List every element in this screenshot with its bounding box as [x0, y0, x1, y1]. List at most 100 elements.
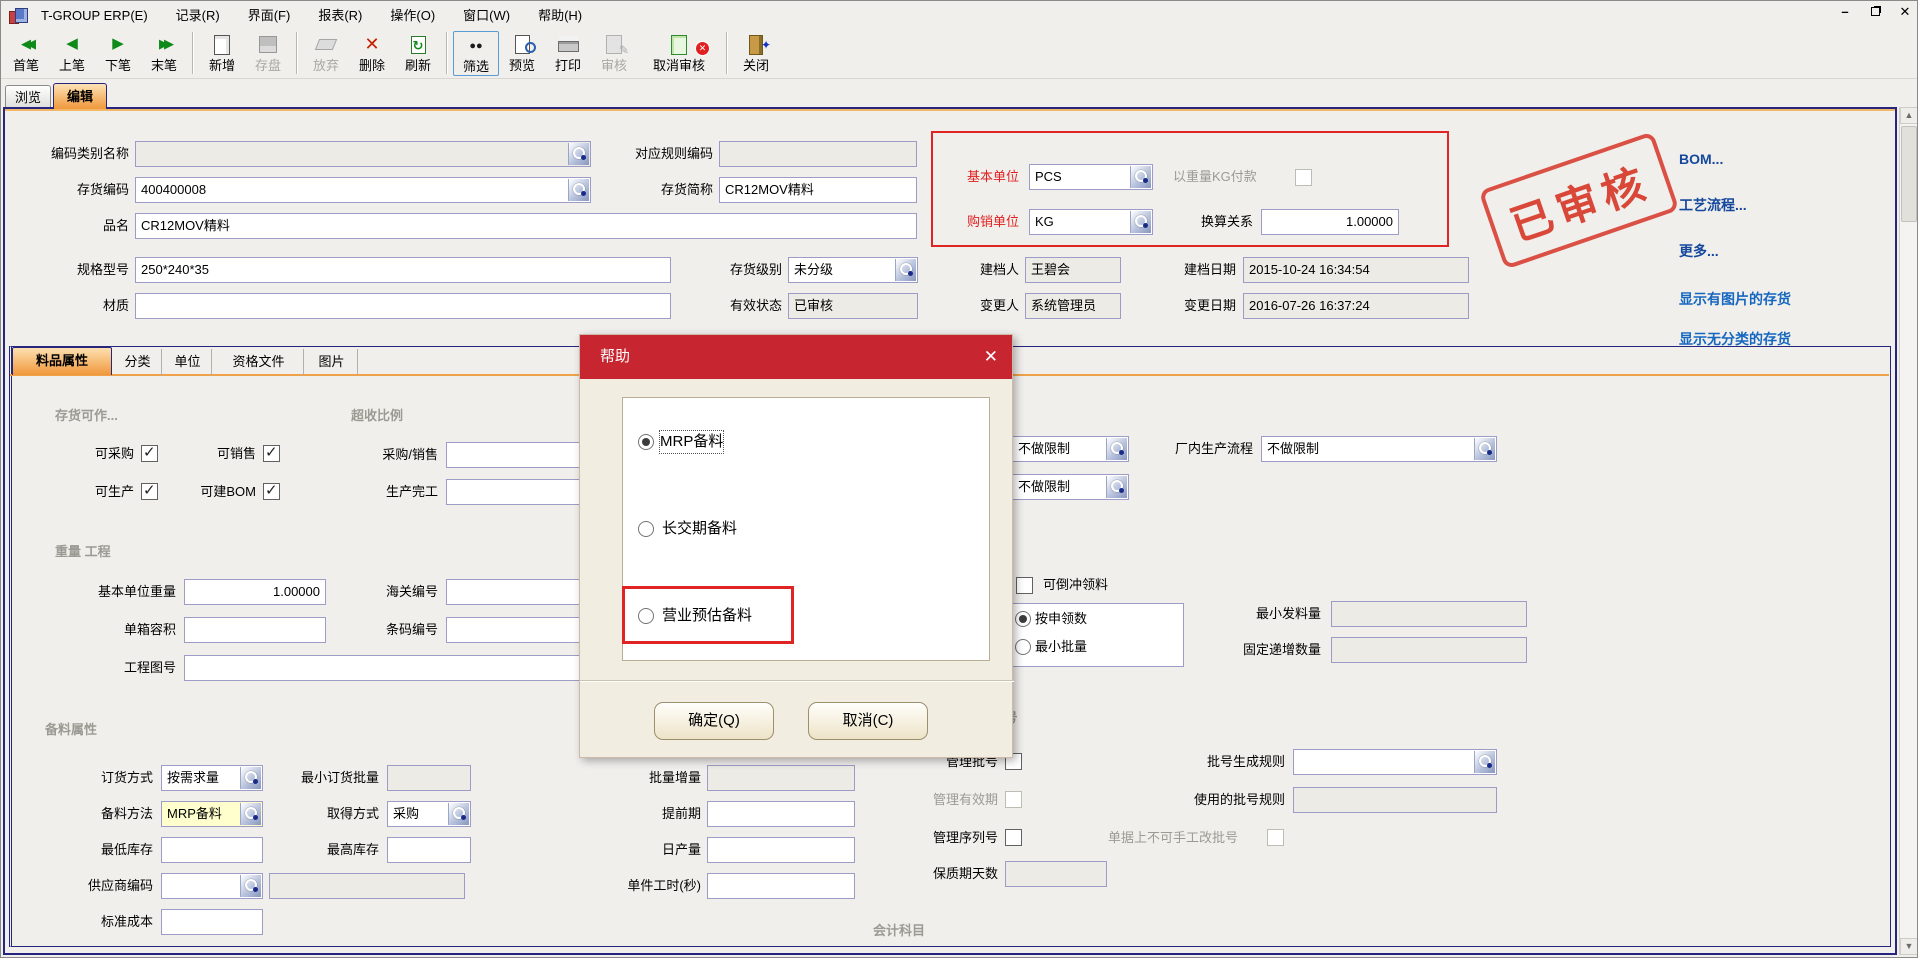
sellable-checkbox[interactable]: [263, 445, 280, 462]
preview-button[interactable]: 预览: [499, 31, 545, 74]
filter-button[interactable]: 筛选: [453, 31, 499, 76]
code-category-field[interactable]: [135, 141, 591, 167]
stock-level-field[interactable]: 未分级: [788, 257, 918, 283]
close-window-button[interactable]: ✕: [1897, 3, 1913, 21]
item-short-field[interactable]: CR12MOV精料: [719, 177, 917, 203]
item-code-field[interactable]: 400400008: [135, 177, 591, 203]
purchasable-checkbox[interactable]: [141, 445, 158, 462]
discard-button[interactable]: 放弃: [303, 31, 349, 74]
show-with-images-link[interactable]: 显示有图片的存货: [1679, 289, 1791, 309]
lookup-icon[interactable]: [1130, 211, 1151, 233]
tab-edit[interactable]: 编辑: [53, 83, 107, 109]
restrict-field-b[interactable]: 不做限制: [1001, 474, 1129, 500]
obtain-mode-field[interactable]: 采购: [387, 801, 471, 827]
last-record-button[interactable]: 末笔: [141, 31, 187, 74]
scroll-up-icon[interactable]: ▲: [1900, 107, 1918, 124]
vertical-scrollbar[interactable]: ▲ ▼: [1899, 107, 1917, 955]
prev-record-button[interactable]: 上笔: [49, 31, 95, 74]
lookup-icon[interactable]: [240, 803, 261, 825]
first-record-button[interactable]: 首笔: [3, 31, 49, 74]
option-long-lead-radio[interactable]: [638, 521, 654, 537]
lookup-icon[interactable]: [240, 767, 261, 789]
scroll-down-icon[interactable]: ▼: [1900, 938, 1918, 955]
delete-button[interactable]: 删除: [349, 31, 395, 74]
ok-button[interactable]: 确定(Q): [654, 702, 774, 740]
order-mode-field[interactable]: 按需求量: [161, 765, 263, 791]
more-link[interactable]: 更多...: [1679, 241, 1719, 261]
bomable-checkbox[interactable]: [263, 483, 280, 500]
rule-code-field[interactable]: [719, 141, 917, 167]
backflush-checkbox[interactable]: [1016, 577, 1033, 594]
material-field[interactable]: [135, 293, 671, 319]
producible-checkbox[interactable]: [141, 483, 158, 500]
base-unit-field[interactable]: PCS: [1029, 164, 1153, 190]
new-button[interactable]: 新增: [199, 31, 245, 74]
restrict-field-a[interactable]: 不做限制: [1001, 436, 1129, 462]
save-button[interactable]: 存盘: [245, 31, 291, 74]
subtab-qualification[interactable]: 资格文件: [214, 349, 304, 375]
max-stock-field[interactable]: [387, 837, 471, 863]
menu-interface[interactable]: 界面(F): [234, 1, 305, 31]
dialog-close-icon[interactable]: ✕: [984, 335, 998, 379]
option-long-lead-label[interactable]: 长交期备料: [662, 518, 737, 540]
menu-record[interactable]: 记录(R): [162, 1, 234, 31]
box-volume-field[interactable]: [184, 617, 326, 643]
min-stock-field[interactable]: [161, 837, 263, 863]
std-cost-field[interactable]: [161, 909, 263, 935]
pay-by-weight-checkbox[interactable]: [1295, 169, 1312, 186]
lookup-icon[interactable]: [1106, 476, 1127, 498]
supplier-code-field[interactable]: [161, 873, 263, 899]
lookup-icon[interactable]: [240, 875, 261, 897]
issue-min-batch-radio[interactable]: [1015, 639, 1031, 655]
option-mrp-radio[interactable]: [638, 434, 654, 450]
tab-browse[interactable]: 浏览: [5, 85, 51, 109]
menu-window[interactable]: 窗口(W): [449, 1, 524, 31]
lookup-icon[interactable]: [568, 179, 589, 201]
process-flow-link[interactable]: 工艺流程...: [1679, 195, 1747, 215]
trade-unit-field[interactable]: KG: [1029, 209, 1153, 235]
spec-field[interactable]: 250*240*35: [135, 257, 671, 283]
cancel-button[interactable]: 取消(C): [808, 702, 928, 740]
manage-serial-checkbox[interactable]: [1005, 829, 1022, 846]
lookup-icon[interactable]: [1474, 751, 1495, 773]
scrollbar-thumb[interactable]: [1901, 126, 1917, 222]
lookup-icon[interactable]: [568, 143, 589, 165]
issue-by-request-radio[interactable]: [1015, 611, 1031, 627]
conversion-field[interactable]: 1.00000: [1261, 209, 1399, 235]
menu-operation[interactable]: 操作(O): [376, 1, 449, 31]
refresh-button[interactable]: 刷新: [395, 31, 441, 74]
menu-help[interactable]: 帮助(H): [524, 1, 596, 31]
close-button[interactable]: 关闭: [733, 31, 779, 74]
lookup-icon[interactable]: [895, 259, 916, 281]
batch-rule-field[interactable]: [1293, 749, 1497, 775]
subtab-item-attributes[interactable]: 料品属性: [12, 347, 112, 375]
prep-method-field[interactable]: MRP备料: [161, 801, 263, 827]
daily-output-field[interactable]: [707, 837, 855, 863]
base-weight-field[interactable]: 1.00000: [184, 579, 326, 605]
lookup-icon[interactable]: [1106, 438, 1127, 460]
subtab-category[interactable]: 分类: [114, 349, 162, 375]
item-name-field[interactable]: CR12MOV精料: [135, 213, 917, 239]
lead-time-field[interactable]: [707, 801, 855, 827]
option-forecast-label[interactable]: 营业预估备料: [662, 605, 752, 627]
menu-report[interactable]: 报表(R): [304, 1, 376, 31]
bom-link[interactable]: BOM...: [1679, 151, 1723, 167]
print-button[interactable]: 打印: [545, 31, 591, 74]
option-mrp-label[interactable]: MRP备料: [660, 431, 723, 453]
manage-expiry-checkbox[interactable]: [1005, 791, 1022, 808]
restore-button[interactable]: [1867, 3, 1883, 21]
lookup-icon[interactable]: [448, 803, 469, 825]
subtab-images[interactable]: 图片: [306, 349, 358, 375]
next-record-button[interactable]: 下笔: [95, 31, 141, 74]
subtab-unit[interactable]: 单位: [164, 349, 212, 375]
lookup-icon[interactable]: [1130, 166, 1151, 188]
no-manual-batch-checkbox[interactable]: [1267, 829, 1284, 846]
factory-flow-field[interactable]: 不做限制: [1261, 436, 1497, 462]
menu-app[interactable]: T-GROUP ERP(E): [27, 1, 162, 31]
option-forecast-radio[interactable]: [638, 608, 654, 624]
cancel-audit-button[interactable]: 取消审核: [637, 31, 721, 74]
unit-time-field[interactable]: [707, 873, 855, 899]
lookup-icon[interactable]: [1474, 438, 1495, 460]
minimize-button[interactable]: –: [1837, 3, 1853, 21]
audit-button[interactable]: 审核: [591, 31, 637, 74]
